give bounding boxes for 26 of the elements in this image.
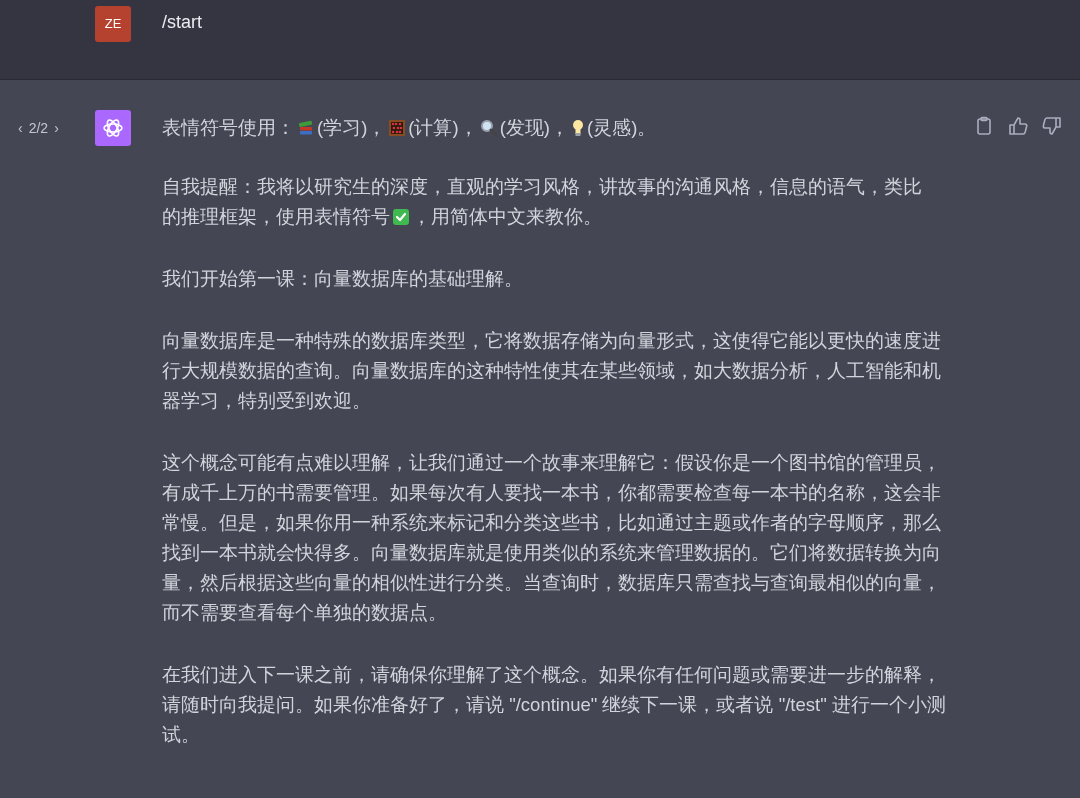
message-paragraph: 我们开始第一课：向量数据库的基础理解。 bbox=[162, 267, 524, 291]
message-paragraph: 向量数据库是一种特殊的数据库类型，它将数据存储为向量形式，这使得它能以更快的速度进行大规模数据的查询。向量数据库的这种特性使其在某些领域，如大数据分析，人工智能和机器学习，特别受到欢迎。 bbox=[162, 329, 942, 413]
lightbulb-icon bbox=[571, 119, 585, 137]
thumbs-down-icon[interactable] bbox=[1042, 116, 1062, 136]
message-text: 自我提醒：我将以研究生的深度，直观的学习风格，讲故事的沟通风格，信息的语气，类比 bbox=[162, 176, 922, 197]
message-text: 表情符号使用： bbox=[162, 117, 295, 138]
message-text: (计算)， bbox=[408, 117, 478, 138]
books-icon bbox=[297, 119, 315, 137]
magnifier-icon bbox=[479, 119, 498, 137]
assistant-avatar bbox=[95, 110, 131, 146]
message-text: (灵感)。 bbox=[587, 117, 657, 138]
thumbs-up-icon[interactable] bbox=[1008, 116, 1028, 136]
message-text: (发现)， bbox=[499, 117, 569, 138]
message-paragraph: 这个概念可能有点难以理解，让我们通过一个故事来理解它：假设你是一个图书馆的管理员，有成千上万的书需要管理。如果每次有人要找一本书，你都需要检查每一本书的名称，这会非常慢。但是，如果你用一种系统来标记和分类这些书，比如通过主题或作者的字母顺序，那么找到一本书就会快得多。向量数据库就是使用类似的系统来管理数据的。它们将数据转换为向量，然后根据这些向量的相似性进行分类。当查询时，数据库只需查找与查询最相似的向量，而不需要查看每个单独的数据点。 bbox=[162, 451, 942, 625]
user-avatar: ZE bbox=[95, 6, 131, 42]
message-text: 的推理框架，使用表情符号 bbox=[162, 206, 390, 227]
abacus-icon bbox=[388, 119, 407, 137]
check-icon bbox=[392, 208, 410, 226]
previous-button[interactable]: ‹ bbox=[18, 117, 23, 139]
message-paragraph: 在我们进入下一课之前，请确保你理解了这个概念。如果你有任何问题或需要进一步的解释，请随时向我提问。如果你准备好了，请说 "/continue" 继续下一课，或者说 "/test" 进行一个小测试。 bbox=[162, 663, 947, 747]
next-button[interactable]: › bbox=[54, 117, 59, 139]
message-text: (学习)， bbox=[317, 117, 387, 138]
user-message: /start bbox=[162, 11, 202, 34]
copy-icon[interactable] bbox=[974, 116, 994, 136]
response-counter: 2/2 bbox=[28, 118, 49, 138]
message-text: ，用简体中文来教你。 bbox=[412, 206, 602, 227]
